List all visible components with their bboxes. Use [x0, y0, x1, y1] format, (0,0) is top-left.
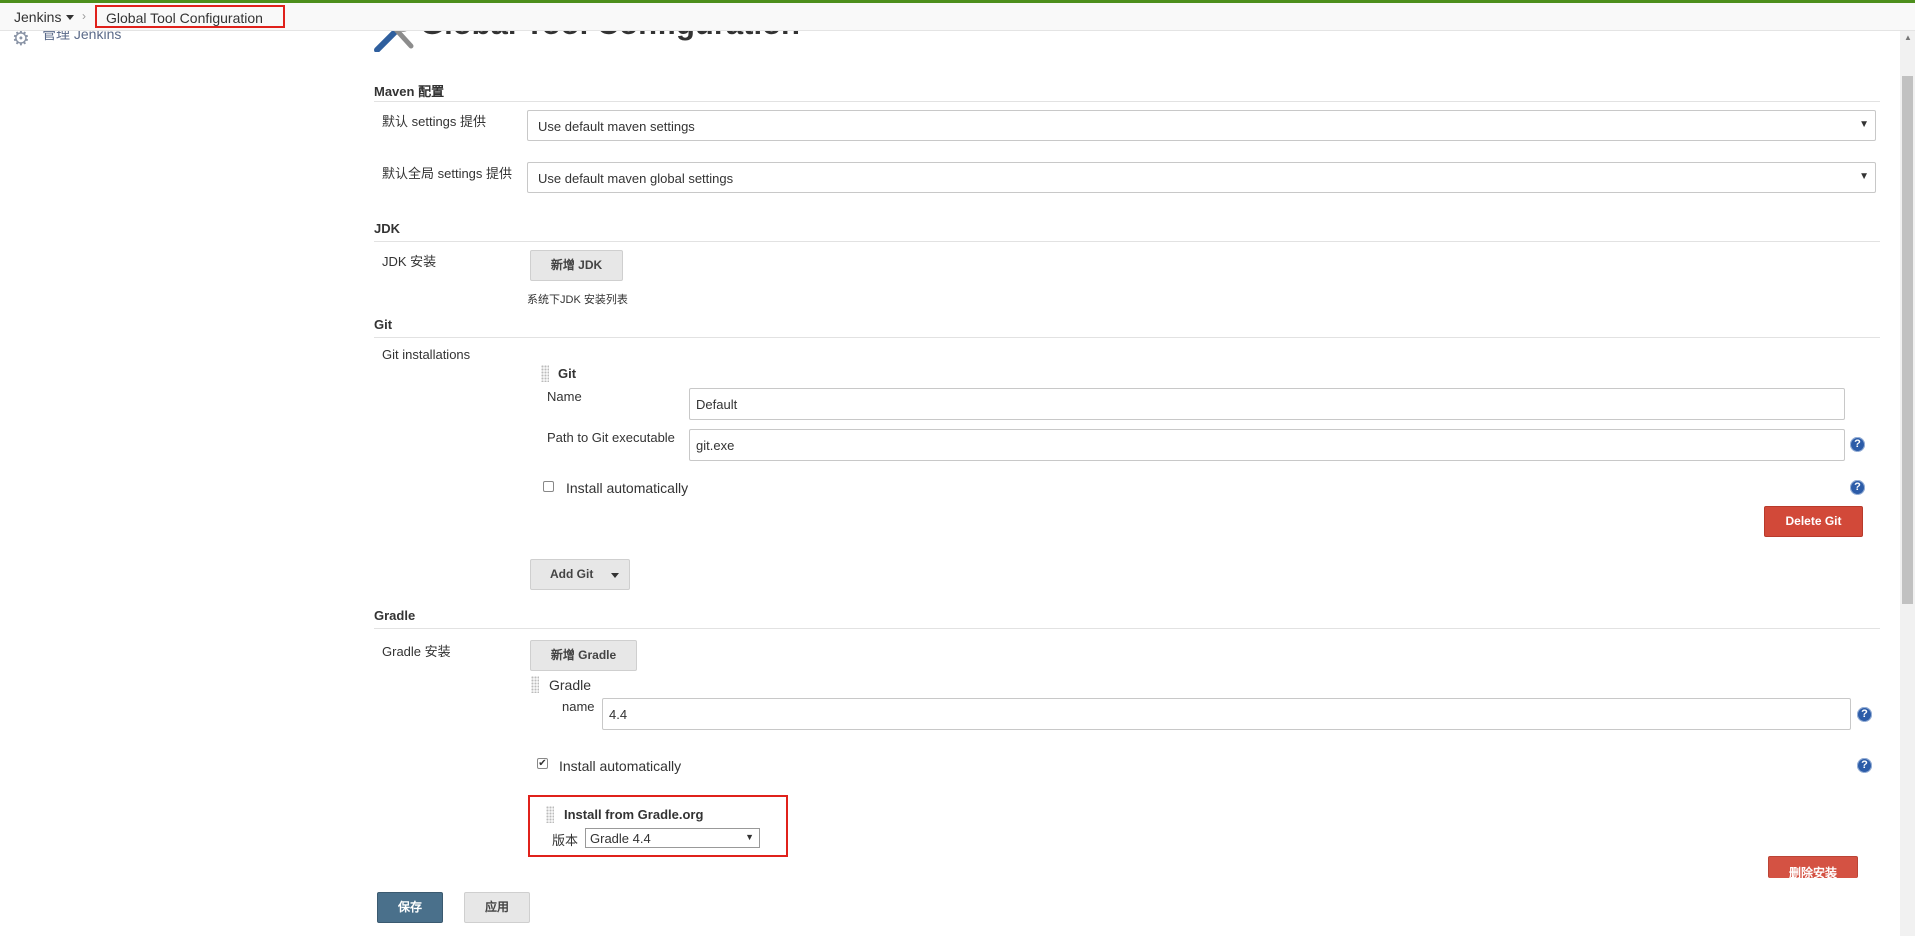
delete-git-button[interactable]: Delete Git: [1764, 506, 1863, 537]
jdk-install-label: JDK 安装: [382, 254, 437, 269]
section-heading-git: Git: [374, 317, 393, 332]
gradle-install-auto-checkbox[interactable]: ✔: [537, 758, 548, 769]
scrollbar-thumb[interactable]: [1902, 76, 1913, 604]
help-icon[interactable]: ?: [1857, 707, 1872, 722]
add-jdk-button[interactable]: 新增 JDK: [530, 250, 623, 281]
gradle-item-title: Gradle: [549, 677, 592, 693]
section-divider: [374, 628, 1880, 629]
maven-settings-select[interactable]: Use default maven settings ▼: [527, 110, 1876, 141]
git-path-input[interactable]: [689, 429, 1845, 461]
git-name-input[interactable]: [689, 388, 1845, 420]
drag-handle[interactable]: [541, 365, 549, 382]
git-install-auto-checkbox[interactable]: [543, 481, 554, 492]
section-divider: [374, 241, 1880, 242]
chevron-down-icon: [611, 573, 619, 578]
git-installations-label: Git installations: [382, 347, 471, 362]
breadcrumb-jenkins-link[interactable]: Jenkins: [14, 9, 61, 25]
section-heading-maven: Maven 配置: [374, 84, 445, 99]
maven-global-settings-select[interactable]: Use default maven global settings ▼: [527, 162, 1876, 193]
help-icon[interactable]: ?: [1857, 758, 1872, 773]
gradle-name-label: name: [562, 699, 595, 714]
help-icon[interactable]: ?: [1850, 437, 1865, 452]
section-heading-jdk: JDK: [374, 221, 401, 236]
gradle-version-label: 版本: [552, 833, 579, 848]
gradle-install-auto-label: Install automatically: [559, 758, 682, 774]
git-name-label: Name: [547, 389, 582, 404]
gradle-install-label: Gradle 安装: [382, 644, 451, 659]
help-icon[interactable]: ?: [1850, 480, 1865, 495]
gradle-version-value: Gradle 4.4: [590, 831, 651, 846]
chevron-down-icon: ▼: [1859, 119, 1869, 130]
chevron-down-icon: ▼: [1859, 171, 1869, 182]
breadcrumb: Jenkins › Global Tool Configuration: [0, 3, 1915, 31]
section-divider: [374, 101, 1880, 102]
section-divider: [374, 337, 1880, 338]
gradle-name-input[interactable]: [602, 698, 1851, 730]
gradle-installer-highlight: Install from Gradle.org 版本 Gradle 4.4 ▼: [528, 795, 788, 857]
breadcrumb-separator: ›: [82, 9, 86, 23]
section-heading-gradle: Gradle: [374, 608, 416, 623]
chevron-up-icon[interactable]: ▲: [1904, 33, 1912, 42]
delete-installer-button[interactable]: 删除安装: [1768, 856, 1858, 878]
delete-installer-label: 删除安装: [1788, 866, 1837, 878]
jdk-install-note: 系统下JDK 安装列表: [527, 294, 628, 306]
gradle-version-select[interactable]: Gradle 4.4 ▼: [585, 828, 760, 848]
apply-button[interactable]: 应用: [464, 892, 530, 923]
git-path-label: Path to Git executable: [547, 430, 675, 445]
git-item-title: Git: [558, 366, 577, 381]
gradle-installer-title: Install from Gradle.org: [564, 807, 704, 822]
maven-global-settings-label: 默认全局 settings 提供: [382, 166, 513, 181]
save-button[interactable]: 保存: [377, 892, 443, 923]
maven-settings-label: 默认 settings 提供: [382, 114, 487, 129]
chevron-down-icon: ▼: [745, 832, 754, 842]
add-gradle-button[interactable]: 新增 Gradle: [530, 640, 637, 671]
maven-global-settings-value: Use default maven global settings: [538, 171, 734, 186]
chevron-down-icon[interactable]: [66, 15, 74, 20]
drag-handle[interactable]: [546, 806, 554, 823]
add-git-label: Add Git: [550, 567, 594, 581]
add-git-button[interactable]: Add Git: [530, 559, 630, 590]
breadcrumb-current-highlight: Global Tool Configuration: [95, 5, 285, 28]
drag-handle[interactable]: [531, 676, 539, 693]
git-install-auto-label: Install automatically: [566, 480, 689, 496]
maven-settings-value: Use default maven settings: [538, 119, 695, 134]
breadcrumb-current-page[interactable]: Global Tool Configuration: [106, 10, 263, 26]
